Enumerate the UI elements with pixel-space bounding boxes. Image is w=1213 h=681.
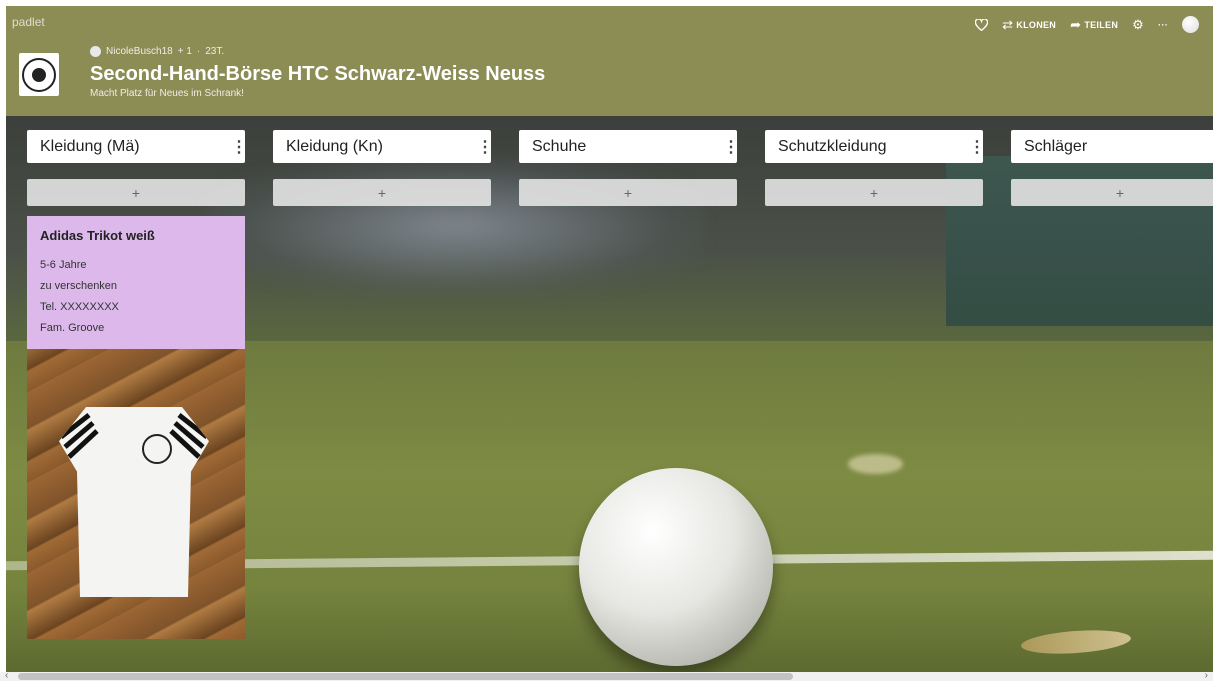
column-schlaeger: Schläger + [1011, 130, 1213, 206]
background-hockey-ball [579, 468, 773, 666]
column-schuhe: Schuhe ⋮ + [519, 130, 739, 206]
board-meta: NicoleBusch18 + 1 · 23T. [90, 46, 224, 57]
post-line: Fam. Groove [40, 322, 105, 334]
column-header: Schutzkleidung ⋮ [765, 130, 985, 163]
board-age: 23T. [205, 46, 225, 57]
post-title: Adidas Trikot weiß [40, 228, 155, 243]
meta-separator: · [196, 46, 201, 57]
add-post-button[interactable]: + [273, 179, 491, 206]
column-title[interactable]: Schutzkleidung [778, 138, 887, 156]
more-icon: ··· [1158, 19, 1168, 30]
clone-icon: ⇄ [1002, 16, 1014, 32]
board-header: padlet NicoleBusch18 + 1 · 23T. Second-H… [6, 6, 1213, 116]
column-header: Schuhe ⋮ [519, 130, 739, 163]
author-avatar[interactable] [90, 46, 101, 57]
column-kleidung-knaben: Kleidung (Kn) ⋮ + [273, 130, 493, 206]
settings-button[interactable]: ⚙ [1132, 17, 1144, 33]
add-post-button[interactable]: + [519, 179, 737, 206]
post-line: 5-6 Jahre [40, 259, 87, 271]
column-menu-icon[interactable]: ⋮ [723, 137, 739, 157]
column-title[interactable]: Schläger [1024, 138, 1087, 156]
jersey-crest-icon [142, 434, 172, 464]
board-subtitle: Macht Platz für Neues im Schrank! [90, 88, 244, 99]
column-menu-icon[interactable]: ⋮ [969, 137, 985, 157]
column-header: Kleidung (Mä) ⋮ [27, 130, 247, 163]
clone-label: KLONEN [1016, 19, 1057, 30]
jersey-image [59, 407, 209, 597]
column-menu-icon[interactable]: ⋮ [477, 137, 493, 157]
user-avatar-button[interactable] [1182, 16, 1199, 33]
more-button[interactable]: ··· [1158, 20, 1168, 30]
column-title[interactable]: Kleidung (Kn) [286, 138, 383, 156]
like-button[interactable] [975, 18, 989, 31]
post-attachment-image[interactable] [27, 349, 245, 639]
post-card[interactable]: Adidas Trikot weiß 5-6 Jahre zu verschen… [27, 216, 245, 349]
heart-icon [975, 18, 989, 31]
post-line: Tel. XXXXXXXX [40, 301, 119, 313]
column-header: Schläger [1011, 130, 1213, 163]
padlet-board: padlet NicoleBusch18 + 1 · 23T. Second-H… [6, 6, 1213, 672]
background-blur-spot [848, 454, 903, 474]
post-line: zu verschenken [40, 280, 118, 292]
author-name[interactable]: NicoleBusch18 [106, 46, 173, 57]
board-title: Second-Hand-Börse HTC Schwarz-Weiss Neus… [90, 63, 546, 85]
avatar-icon [1182, 16, 1199, 33]
board-toolbar: ⇄ KLONEN ➦ TEILEN ⚙ ··· [975, 16, 1199, 33]
column-schutzkleidung: Schutzkleidung ⋮ + [765, 130, 985, 206]
share-arrow-icon: ➦ [1070, 16, 1082, 32]
column-menu-icon[interactable]: ⋮ [231, 137, 247, 157]
column-kleidung-maedchen: Kleidung (Mä) ⋮ + Adidas Trikot weiß 5-6… [27, 130, 247, 639]
share-label: TEILEN [1084, 19, 1119, 30]
club-logo [19, 53, 59, 96]
add-post-button[interactable]: + [1011, 179, 1213, 206]
scroll-right-icon[interactable]: › [1205, 670, 1208, 681]
column-header: Kleidung (Kn) ⋮ [273, 130, 493, 163]
horizontal-scrollbar[interactable]: ‹ › [0, 670, 1213, 681]
gear-icon: ⚙ [1132, 16, 1145, 32]
scrollbar-thumb[interactable] [18, 673, 793, 680]
column-title[interactable]: Kleidung (Mä) [40, 138, 140, 156]
add-post-button[interactable]: + [765, 179, 983, 206]
adidas-stripes-icon [59, 413, 209, 459]
clone-button[interactable]: ⇄ KLONEN [1002, 17, 1056, 33]
scroll-left-icon[interactable]: ‹ [5, 670, 8, 681]
column-title[interactable]: Schuhe [532, 138, 586, 156]
like-count: + 1 [177, 46, 192, 57]
padlet-logo[interactable]: padlet [12, 15, 45, 29]
club-crest-icon [22, 57, 56, 92]
share-button[interactable]: ➦ TEILEN [1070, 17, 1118, 33]
add-post-button[interactable]: + [27, 179, 245, 206]
